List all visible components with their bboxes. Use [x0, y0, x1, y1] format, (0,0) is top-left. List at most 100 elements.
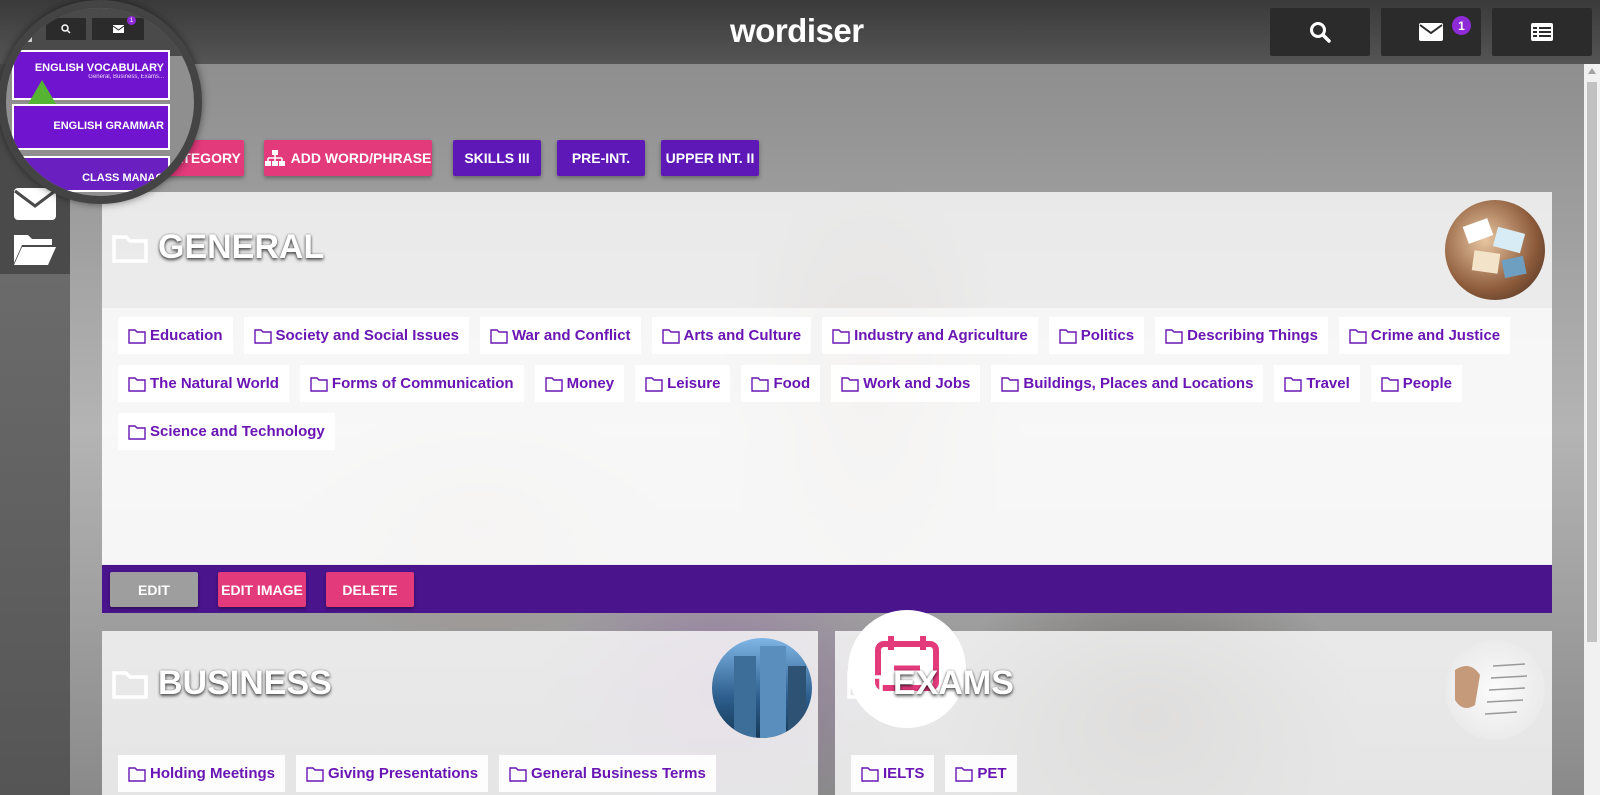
- subcategory-label: Society and Social Issues: [275, 327, 459, 344]
- subcategory-label: War and Conflict: [511, 327, 631, 344]
- subcategory-link[interactable]: PET: [945, 755, 1017, 792]
- folder-icon: [128, 424, 146, 440]
- menu-item-class-management[interactable]: CLASS MANAG: [12, 156, 170, 192]
- business-title[interactable]: BUSINESS: [112, 664, 332, 703]
- subcategory-label: General Business Terms: [531, 765, 706, 782]
- subcategory-label: Education: [150, 327, 223, 344]
- subcategory-link[interactable]: Travel: [1274, 365, 1360, 402]
- subcategory-link[interactable]: Food: [741, 365, 821, 402]
- subcategory-label: Holding Meetings: [150, 765, 275, 782]
- scroll-up-arrow-icon[interactable]: [1588, 68, 1596, 74]
- folder-icon: [310, 376, 328, 392]
- exams-title[interactable]: EXAMS: [847, 664, 1014, 703]
- subcategory-label: Money: [566, 375, 615, 392]
- sitemap-icon: [264, 150, 285, 166]
- folder-icon: [751, 376, 770, 392]
- general-subcategory-list: Education Society and Social Issues War an…: [118, 317, 1538, 450]
- folder-icon: [645, 376, 663, 392]
- subcategory-label: Politics: [1080, 327, 1135, 344]
- subcategory-link[interactable]: Politics: [1048, 317, 1145, 354]
- subcategory-link[interactable]: Crime and Justice: [1338, 317, 1511, 354]
- add-word-phrase-button[interactable]: ADD WORD/PHRASE: [264, 140, 432, 176]
- folder-icon: [841, 376, 859, 392]
- open-folder-icon[interactable]: [12, 229, 58, 269]
- scroll-thumb[interactable]: [1587, 82, 1597, 642]
- subcategory-link[interactable]: General Business Terms: [499, 755, 716, 792]
- subcategory-link[interactable]: Holding Meetings: [118, 755, 285, 792]
- edit-button[interactable]: EDIT: [110, 572, 198, 607]
- subcategory-label: Giving Presentations: [328, 765, 479, 782]
- subcategory-link[interactable]: People: [1370, 365, 1462, 402]
- upper-int-level-button[interactable]: UPPER INT. II: [661, 140, 759, 176]
- business-subcategory-list: Holding Meetings Giving Presentations Gene…: [118, 755, 808, 792]
- subcategory-label: Work and Jobs: [863, 375, 971, 392]
- search-icon: [1310, 22, 1331, 43]
- subcategory-link[interactable]: Forms of Communication: [299, 365, 524, 402]
- subcategory-label: PET: [977, 765, 1007, 782]
- folder-icon: [847, 670, 883, 699]
- skills-level-button[interactable]: SKILLS III: [453, 140, 541, 176]
- list-icon: [1531, 23, 1553, 41]
- folder-icon: [509, 766, 527, 782]
- folder-icon: [1284, 376, 1303, 392]
- search-button[interactable]: [1270, 8, 1370, 56]
- subcategory-link[interactable]: Arts and Culture: [651, 317, 812, 354]
- pre-int-level-button[interactable]: PRE-INT.: [557, 140, 645, 176]
- folder-icon: [832, 328, 850, 344]
- subcategory-link[interactable]: Work and Jobs: [831, 365, 981, 402]
- logo[interactable]: wordiser: [730, 12, 864, 50]
- page-scrollbar[interactable]: [1584, 64, 1600, 795]
- folder-icon: [128, 328, 146, 344]
- general-card-footer: EDIT EDIT IMAGE DELETE: [102, 565, 1552, 613]
- subcategory-label: Buildings, Places and Locations: [1023, 375, 1254, 392]
- subcategory-link[interactable]: Money: [534, 365, 625, 402]
- message-count-badge: 1: [1452, 16, 1471, 35]
- search-icon: [61, 24, 71, 34]
- dropdown-zoom-overlay: 1 ENGLISH VOCABULARY General, Business, …: [0, 0, 202, 204]
- messages-button[interactable]: 1: [1381, 8, 1481, 56]
- mini-message-badge: 1: [127, 16, 136, 25]
- cursor-pointer-icon: [28, 80, 56, 104]
- mini-messages-button[interactable]: 1: [92, 16, 144, 40]
- subcategory-link[interactable]: Society and Social Issues: [243, 317, 469, 354]
- folder-icon: [128, 376, 146, 392]
- menu-button[interactable]: [1492, 8, 1592, 56]
- folder-icon: [490, 328, 508, 344]
- subcategory-link[interactable]: Leisure: [635, 365, 731, 402]
- folder-icon: [1001, 376, 1020, 392]
- subcategory-label: Travel: [1306, 375, 1350, 392]
- folder-icon: [861, 766, 879, 782]
- envelope-icon: [1419, 23, 1443, 41]
- subcategory-label: IELTS: [883, 765, 925, 782]
- subcategory-link[interactable]: Describing Things: [1155, 317, 1328, 354]
- subcategory-link[interactable]: War and Conflict: [479, 317, 641, 354]
- business-category-image: [712, 638, 812, 738]
- subcategory-link[interactable]: Science and Technology: [118, 413, 335, 450]
- folder-icon: [544, 376, 563, 392]
- subcategory-link[interactable]: Education: [118, 317, 233, 354]
- mini-search-button[interactable]: [46, 18, 86, 40]
- folder-icon: [955, 766, 974, 782]
- subcategory-label: Crime and Justice: [1370, 327, 1501, 344]
- subcategory-label: Leisure: [667, 375, 721, 392]
- subcategory-label: Describing Things: [1187, 327, 1318, 344]
- subcategory-link[interactable]: Buildings, Places and Locations: [991, 365, 1264, 402]
- lightbulb-icon[interactable]: [20, 22, 38, 44]
- menu-item-english-grammar[interactable]: ENGLISH GRAMMAR: [12, 104, 170, 150]
- general-category-image: [1445, 200, 1545, 300]
- delete-button[interactable]: DELETE: [326, 572, 414, 607]
- subcategory-link[interactable]: The Natural World: [118, 365, 289, 402]
- subcategory-link[interactable]: Giving Presentations: [296, 755, 489, 792]
- subcategory-label: Science and Technology: [150, 423, 325, 440]
- folder-icon: [1165, 328, 1183, 344]
- edit-image-button[interactable]: EDIT IMAGE: [218, 572, 306, 607]
- general-title[interactable]: GENERAL: [112, 228, 324, 267]
- folder-icon: [1059, 328, 1077, 344]
- folder-icon: [128, 766, 146, 782]
- subcategory-link[interactable]: Industry and Agriculture: [822, 317, 1038, 354]
- folder-icon: [306, 766, 324, 782]
- subcategory-link[interactable]: IELTS: [851, 755, 935, 792]
- folder-icon: [253, 328, 272, 344]
- envelope-icon: [112, 25, 124, 33]
- folder-icon: [661, 328, 680, 344]
